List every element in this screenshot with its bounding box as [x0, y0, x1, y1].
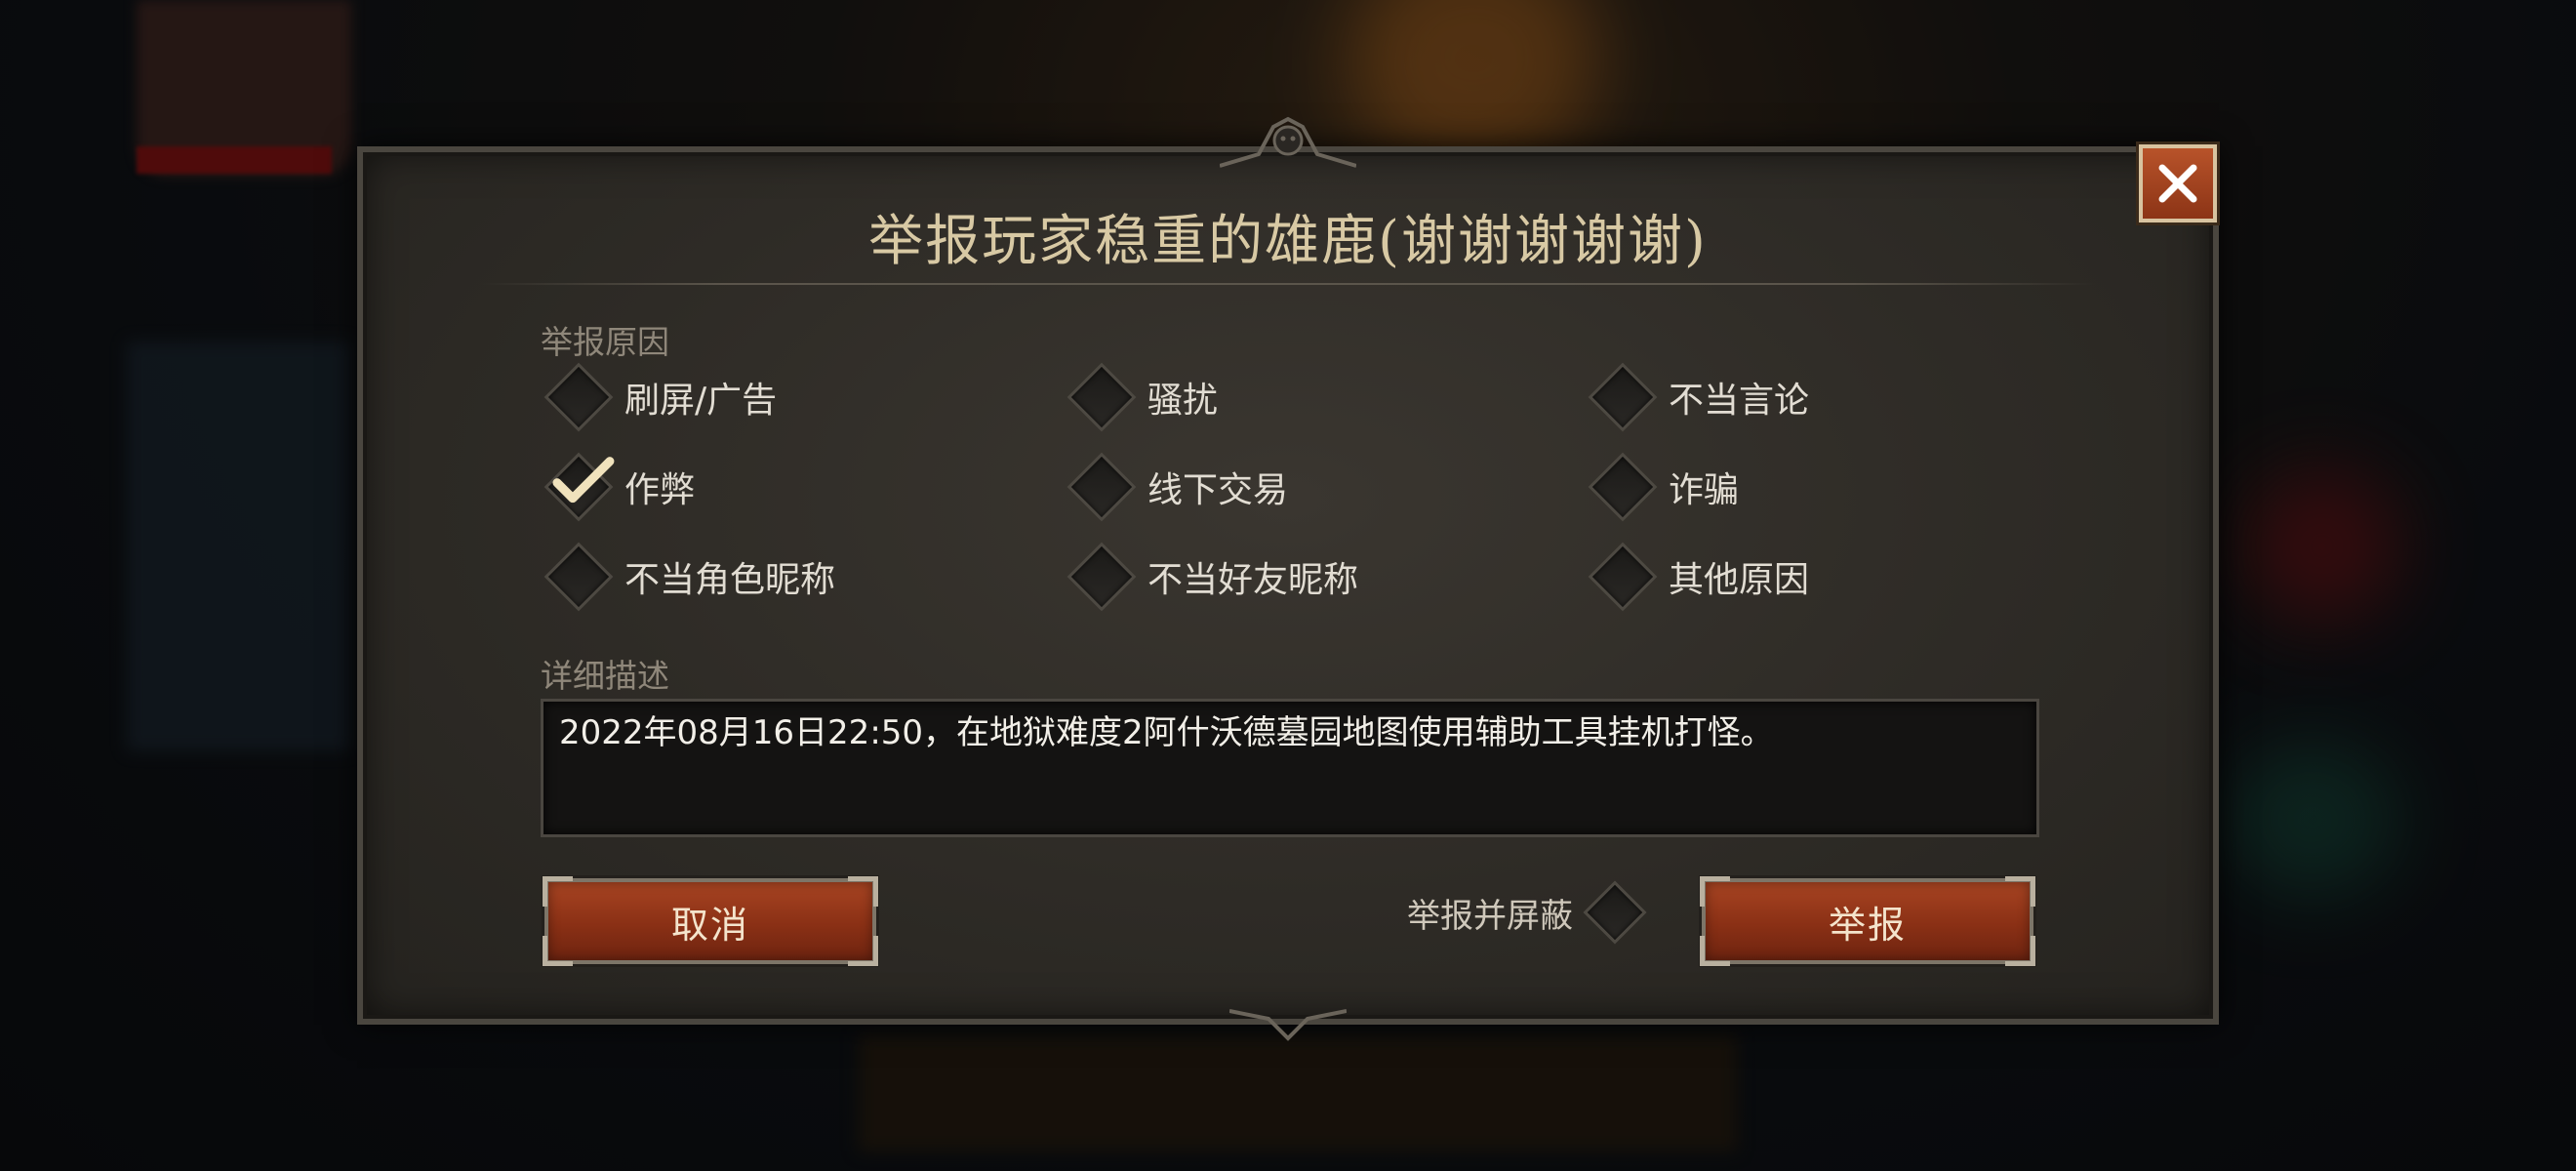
checkbox-diamond[interactable] [1067, 452, 1137, 522]
close-icon [2158, 164, 2197, 203]
reason-option-character-name[interactable]: 不当角色昵称 [541, 542, 836, 612]
reason-label: 线下交易 [1147, 470, 1289, 510]
title-divider [480, 283, 2096, 285]
reason-label: 其他原因 [1669, 560, 1810, 600]
report-player-dialog: 举报玩家稳重的雄鹿(谢谢谢谢谢) 举报原因 刷屏/广告 骚扰 不当言论 作弊 线… [357, 116, 2219, 1041]
reason-label: 作弊 [624, 470, 696, 510]
checkbox-diamond[interactable] [543, 452, 615, 522]
report-and-block-label: 举报并屏蔽 [1407, 896, 1573, 936]
description-label: 详细描述 [541, 657, 669, 695]
report-reason-label: 举报原因 [541, 323, 669, 361]
checkbox-diamond[interactable] [1588, 452, 1658, 522]
report-and-block-toggle[interactable]: 举报并屏蔽 [1407, 878, 1647, 947]
bottom-ornament-icon [1229, 1009, 1347, 1041]
report-button[interactable]: 举报 [1700, 876, 2035, 966]
checkbox-diamond[interactable] [1588, 542, 1658, 612]
reason-option-harassment[interactable]: 骚扰 [1064, 362, 1219, 432]
top-ornament-icon [1220, 116, 1356, 168]
report-and-block-checkbox[interactable] [1583, 880, 1647, 945]
reason-option-friend-name[interactable]: 不当好友昵称 [1064, 542, 1359, 612]
reason-option-fraud[interactable]: 诈骗 [1585, 452, 1740, 522]
reason-option-offline-trade[interactable]: 线下交易 [1064, 452, 1289, 522]
reason-label: 不当角色昵称 [624, 560, 836, 600]
reason-label: 不当好友昵称 [1147, 560, 1359, 600]
cancel-button-label: 取消 [670, 903, 749, 947]
reason-label: 诈骗 [1669, 470, 1740, 510]
checkbox-diamond[interactable] [543, 362, 614, 432]
close-button[interactable] [2139, 144, 2217, 222]
reason-label: 骚扰 [1147, 381, 1219, 421]
reason-option-spam[interactable]: 刷屏/广告 [541, 362, 778, 432]
dialog-title: 举报玩家稳重的雄鹿(谢谢谢谢谢) [868, 210, 1708, 273]
check-icon [552, 457, 615, 504]
reason-option-cheating[interactable]: 作弊 [541, 452, 696, 522]
reason-option-inappropriate-speech[interactable]: 不当言论 [1585, 362, 1810, 432]
reason-label: 刷屏/广告 [624, 381, 778, 421]
reason-option-other[interactable]: 其他原因 [1585, 542, 1810, 612]
description-textarea[interactable]: 2022年08月16日22:50，在地狱难度2阿什沃德墓园地图使用辅助工具挂机打… [541, 699, 2039, 837]
checkbox-diamond[interactable] [543, 542, 614, 612]
reason-label: 不当言论 [1669, 381, 1810, 421]
report-button-label: 举报 [1828, 903, 1907, 947]
checkbox-diamond[interactable] [1067, 362, 1137, 432]
cancel-button[interactable]: 取消 [543, 876, 878, 966]
checkbox-diamond[interactable] [1067, 542, 1137, 612]
checkbox-diamond[interactable] [1588, 362, 1658, 432]
